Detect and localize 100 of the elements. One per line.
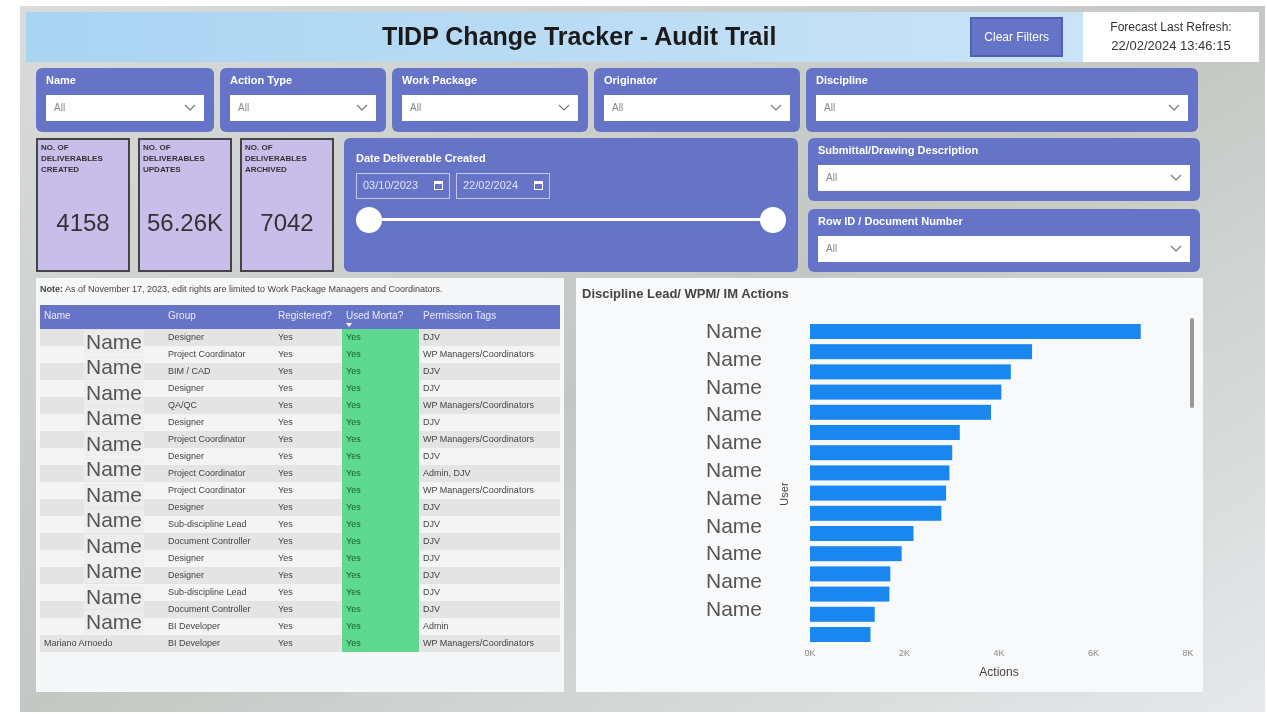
end-date-field[interactable]: 22/02/2024 bbox=[456, 172, 550, 199]
scrollbar[interactable] bbox=[1190, 317, 1194, 408]
calendar-icon bbox=[434, 181, 443, 190]
refresh-time: 22/02/2024 13:46:15 bbox=[1111, 37, 1231, 56]
table-cell-text: Sub-discipline Lead bbox=[167, 585, 248, 599]
axis-tick-label: 4K bbox=[993, 647, 1005, 658]
start-date-field[interactable]: 03/10/2023 bbox=[356, 172, 450, 199]
table-cell: Yes bbox=[342, 635, 419, 652]
kpi-value: 56.26K bbox=[145, 208, 225, 238]
chevron-down-icon bbox=[356, 104, 368, 111]
table-cell-text: Designer bbox=[167, 381, 206, 395]
table-cell-text: Document Controller bbox=[167, 602, 252, 616]
bar[interactable] bbox=[810, 626, 871, 642]
table-cell-text: Yes bbox=[277, 466, 294, 480]
column-header[interactable]: Registered? bbox=[278, 308, 338, 323]
table-cell-text: WP Managers/Coordinators bbox=[422, 483, 535, 497]
kpi-label: NO. OF DELIVERABLES UPDATES bbox=[143, 142, 206, 175]
table-cell-text: Yes bbox=[277, 347, 294, 361]
bar[interactable] bbox=[810, 323, 1141, 339]
dropdown[interactable]: All bbox=[230, 94, 376, 121]
kpi-label: NO. OF DELIVERABLES ARCHIVED bbox=[245, 142, 308, 175]
bar[interactable] bbox=[810, 404, 991, 420]
axis-tick-label: 6K bbox=[1088, 647, 1099, 658]
table-cell-text: Admin, DJV bbox=[422, 466, 472, 480]
column-header[interactable]: Used Morta? bbox=[346, 308, 415, 323]
column-header[interactable]: Permission Tags bbox=[423, 308, 555, 323]
bar[interactable] bbox=[810, 343, 1033, 359]
slicer-label: Action Type bbox=[230, 73, 294, 88]
table-cell: Yes bbox=[342, 499, 419, 516]
table-cell-text: DJV bbox=[422, 517, 441, 531]
sort-arrow-icon bbox=[346, 323, 352, 327]
table-cell-text: Designer bbox=[167, 551, 206, 565]
dropdown[interactable]: All bbox=[818, 164, 1190, 191]
name-label: Name bbox=[705, 540, 762, 564]
dropdown[interactable]: All bbox=[604, 94, 790, 121]
bar[interactable] bbox=[810, 363, 1011, 379]
table-cell-text: DJV bbox=[422, 585, 441, 599]
column-header[interactable]: Group bbox=[168, 308, 270, 323]
chevron-down-icon bbox=[1168, 104, 1180, 111]
calendar-icon bbox=[534, 181, 543, 190]
table-cell-text: DJV bbox=[422, 551, 441, 565]
kpi-value: 7042 bbox=[259, 208, 315, 238]
axis-tick-label: 0K bbox=[804, 647, 816, 658]
table-cell-text: Yes bbox=[277, 534, 294, 548]
bar[interactable] bbox=[810, 384, 1002, 400]
table-cell-text: Yes bbox=[277, 415, 294, 429]
axis-title: User bbox=[778, 481, 790, 506]
slider-handle[interactable] bbox=[356, 206, 382, 233]
table-cell-text: QA/QC bbox=[167, 398, 198, 412]
date-range-slider[interactable] bbox=[356, 206, 786, 233]
column-header[interactable]: Name bbox=[44, 308, 160, 323]
bar[interactable] bbox=[810, 505, 942, 521]
table-cell-text: Yes bbox=[277, 483, 294, 497]
bar[interactable] bbox=[810, 485, 947, 501]
chevron-down-icon bbox=[1170, 174, 1182, 181]
table-cell-text: DJV bbox=[422, 568, 441, 582]
bar[interactable] bbox=[810, 464, 950, 480]
name-label: Name bbox=[705, 318, 762, 342]
table-cell: Yes bbox=[342, 533, 419, 550]
table-cell-text: Project Coordinator bbox=[167, 466, 247, 480]
table-cell-text: WP Managers/Coordinators bbox=[422, 347, 535, 361]
table-cell-text: WP Managers/Coordinators bbox=[422, 432, 535, 446]
bar[interactable] bbox=[810, 606, 875, 622]
bar[interactable] bbox=[810, 525, 914, 541]
axis-tick-label: 2K bbox=[899, 647, 910, 658]
refresh-label: Forecast Last Refresh: bbox=[1110, 19, 1232, 37]
note-text: Note: As of November 17, 2023, edit rights are limited to Work Package Managers and Coordinators. bbox=[40, 283, 444, 296]
table-cell-text: Designer bbox=[167, 500, 206, 514]
table-cell: Yes bbox=[342, 465, 419, 482]
table-cell-text: Yes bbox=[277, 619, 294, 633]
table-cell: Yes bbox=[342, 431, 419, 448]
dropdown[interactable]: All bbox=[402, 94, 578, 121]
clear-filters-button[interactable]: Clear Filters bbox=[970, 17, 1063, 57]
table-cell-text: DJV bbox=[422, 330, 441, 344]
table-cell: Yes bbox=[342, 550, 419, 567]
table-cell: Yes bbox=[342, 448, 419, 465]
table-cell-text: Yes bbox=[277, 585, 294, 599]
table-cell-text: DJV bbox=[422, 602, 441, 616]
table-cell-text: Yes bbox=[277, 449, 294, 463]
table-cell: Yes bbox=[342, 329, 419, 346]
dropdown[interactable]: All bbox=[816, 94, 1188, 121]
table-cell-text: Document Controller bbox=[167, 534, 252, 548]
table-cell-text: Yes bbox=[277, 636, 294, 650]
table-cell-text: Project Coordinator bbox=[167, 347, 247, 361]
bar[interactable] bbox=[810, 565, 891, 581]
table-cell: Yes bbox=[342, 482, 419, 499]
bar[interactable] bbox=[810, 586, 890, 602]
bar[interactable] bbox=[810, 424, 960, 440]
slider-handle[interactable] bbox=[760, 206, 786, 233]
table-cell: Yes bbox=[342, 363, 419, 380]
bar[interactable] bbox=[810, 545, 902, 561]
name-label: Name bbox=[705, 346, 762, 370]
table-cell-text: Yes bbox=[277, 398, 294, 412]
table-cell-text: Yes bbox=[277, 602, 294, 616]
dropdown[interactable]: All bbox=[46, 94, 204, 121]
dropdown[interactable]: All bbox=[818, 235, 1190, 262]
slicer-label: Submittal/Drawing Description bbox=[818, 143, 980, 158]
name-label: Name bbox=[705, 457, 762, 481]
table-cell-text: Admin bbox=[422, 619, 450, 633]
bar[interactable] bbox=[810, 444, 953, 460]
